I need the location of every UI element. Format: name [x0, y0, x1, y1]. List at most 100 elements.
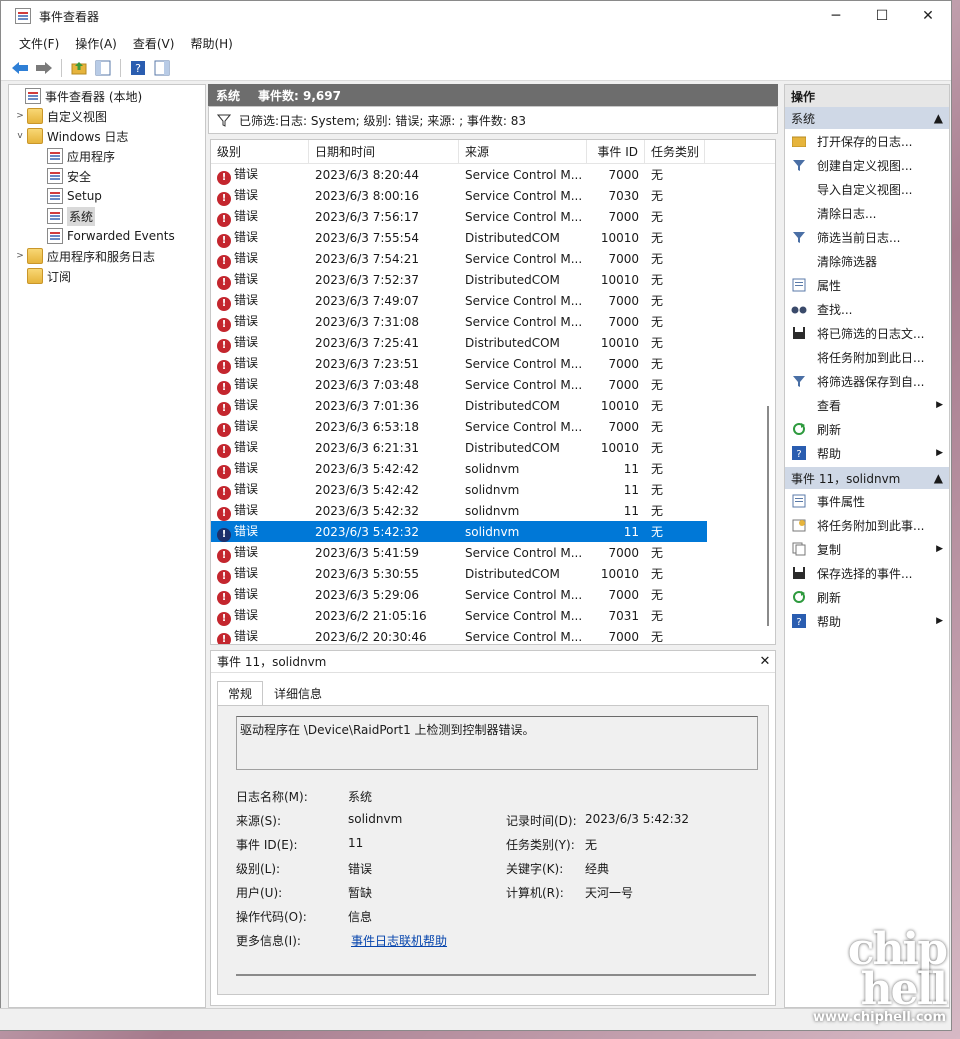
column-header-task-category[interactable]: 任务类别 — [645, 140, 705, 164]
table-row[interactable]: ! 错误 2023/6/3 5:42:32 solidnvm 11 无 — [211, 500, 707, 521]
action-item[interactable]: 复制 ▶ — [785, 537, 949, 561]
action-item[interactable]: 查找... — [785, 297, 949, 321]
action-item[interactable]: 创建自定义视图... — [785, 153, 949, 177]
cell-date: 2023/6/3 6:53:18 — [315, 419, 419, 434]
table-row[interactable]: ! 错误 2023/6/3 5:42:42 solidnvm 11 无 — [211, 458, 707, 479]
action-item[interactable]: 刷新 — [785, 417, 949, 441]
tree-item-setup[interactable]: Setup — [9, 186, 205, 206]
table-row[interactable]: ! 错误 2023/6/3 5:42:42 solidnvm 11 无 — [211, 479, 707, 500]
close-detail-icon[interactable]: ✕ — [755, 654, 775, 669]
show-hide-tree-button[interactable] — [92, 57, 114, 79]
action-item[interactable]: 将已筛选的日志文... — [785, 321, 949, 345]
menu-view[interactable]: 查看(V) — [125, 35, 183, 52]
up-folder-button[interactable] — [68, 57, 90, 79]
action-pane-button[interactable] — [151, 57, 173, 79]
table-row[interactable]: ! 错误 2023/6/3 5:41:59 Service Control M... 7… — [211, 542, 707, 563]
level-text: 错误 — [234, 418, 259, 433]
table-row[interactable]: ! 错误 2023/6/2 20:30:46 Service Control M...… — [211, 626, 707, 644]
action-item[interactable]: 筛选当前日志... — [785, 225, 949, 249]
action-item[interactable]: 打开保存的日志... — [785, 129, 949, 153]
action-item[interactable]: 将任务附加到此日... — [785, 345, 949, 369]
table-row[interactable]: ! 错误 2023/6/3 7:23:51 Service Control M... 7… — [211, 353, 707, 374]
action-item[interactable]: 刷新 — [785, 585, 949, 609]
event-list[interactable]: 级别 日期和时间 来源 事件 ID 任务类别 ! 错误 2023/6/3 8:20:… — [210, 139, 776, 645]
table-row[interactable]: ! 错误 2023/6/3 6:21:31 DistributedCOM 10010 无 — [211, 437, 707, 458]
tab-general[interactable]: 常规 — [217, 681, 264, 706]
table-row[interactable]: ! 错误 2023/6/3 8:00:16 Service Control M... 7… — [211, 185, 707, 206]
table-row[interactable]: ! 错误 2023/6/3 8:20:44 Service Control M... 7… — [211, 164, 707, 185]
cell-date: 2023/6/3 7:01:36 — [315, 398, 419, 413]
table-row[interactable]: ! 错误 2023/6/3 7:49:07 Service Control M... 7… — [211, 290, 707, 311]
column-header-level[interactable]: 级别 — [211, 140, 309, 164]
help-button[interactable]: ? — [127, 57, 149, 79]
action-item[interactable]: 事件属性 — [785, 489, 949, 513]
action-item[interactable]: 属性 — [785, 273, 949, 297]
actions-section-system[interactable]: 系统 ▲ — [785, 107, 949, 129]
vertical-scrollbar[interactable] — [763, 166, 773, 644]
column-header-date[interactable]: 日期和时间 — [309, 140, 459, 164]
tree-item-system[interactable]: 系统 — [9, 206, 205, 226]
tab-details[interactable]: 详细信息 — [263, 681, 333, 706]
chevron-down-icon[interactable]: v — [13, 131, 27, 141]
scrollbar-thumb[interactable] — [767, 406, 769, 626]
cell-source: Service Control M... — [465, 188, 583, 203]
minimize-button[interactable]: ─ — [813, 1, 859, 31]
online-help-link[interactable]: 事件日志联机帮助 — [351, 932, 447, 949]
tree-item-security[interactable]: 安全 — [9, 166, 205, 186]
detail-tabs: 常规 详细信息 — [217, 681, 333, 706]
menu-action[interactable]: 操作(A) — [67, 35, 125, 52]
cell-event-id: 11 — [623, 524, 639, 539]
tree-item-forwarded-events[interactable]: Forwarded Events — [9, 226, 205, 246]
collapse-up-icon[interactable]: ▲ — [934, 111, 943, 125]
table-row[interactable]: ! 错误 2023/6/3 7:55:54 DistributedCOM 10010 无 — [211, 227, 707, 248]
chevron-right-icon[interactable]: > — [13, 251, 27, 261]
table-row[interactable]: ! 错误 2023/6/3 5:42:32 solidnvm 11 无 — [211, 521, 707, 542]
actions-section-event[interactable]: 事件 11，solidnvm ▲ — [785, 467, 949, 489]
action-item[interactable]: 将筛选器保存到自... — [785, 369, 949, 393]
tree-item-application[interactable]: 应用程序 — [9, 146, 205, 166]
column-header-event-id[interactable]: 事件 ID — [587, 140, 645, 164]
action-item[interactable]: ? 帮助 ▶ — [785, 441, 949, 465]
label-level: 级别(L): — [236, 862, 281, 876]
submenu-arrow-icon: ▶ — [936, 448, 943, 458]
table-row[interactable]: ! 错误 2023/6/3 7:25:41 DistributedCOM 10010 无 — [211, 332, 707, 353]
action-item[interactable]: 将任务附加到此事... — [785, 513, 949, 537]
forward-button[interactable] — [33, 57, 55, 79]
tree-item-subscriptions[interactable]: 订阅 — [9, 266, 205, 286]
tree-item-windows-logs[interactable]: v Windows 日志 — [9, 126, 205, 146]
collapse-up-icon[interactable]: ▲ — [934, 471, 943, 485]
cell-event-id: 7000 — [608, 314, 639, 329]
create-view-icon — [791, 157, 807, 173]
action-item[interactable]: 清除日志... — [785, 201, 949, 225]
submenu-arrow-icon: ▶ — [936, 616, 943, 626]
table-row[interactable]: ! 错误 2023/6/3 5:29:06 Service Control M... 7… — [211, 584, 707, 605]
close-button[interactable]: ✕ — [905, 1, 951, 31]
maximize-button[interactable]: ☐ — [859, 1, 905, 31]
chevron-right-icon[interactable]: > — [13, 111, 27, 121]
tree-item-custom-views[interactable]: > 自定义视图 — [9, 106, 205, 126]
action-item[interactable]: ? 帮助 ▶ — [785, 609, 949, 633]
table-row[interactable]: ! 错误 2023/6/3 7:03:48 Service Control M... 7… — [211, 374, 707, 395]
error-icon: ! — [217, 611, 231, 626]
table-row[interactable]: ! 错误 2023/6/3 7:54:21 Service Control M... 7… — [211, 248, 707, 269]
table-row[interactable]: ! 错误 2023/6/3 7:56:17 Service Control M... 7… — [211, 206, 707, 227]
menu-help[interactable]: 帮助(H) — [182, 35, 240, 52]
back-button[interactable] — [9, 57, 31, 79]
table-row[interactable]: ! 错误 2023/6/3 7:31:08 Service Control M... 7… — [211, 311, 707, 332]
horizontal-scrollbar[interactable] — [236, 974, 756, 976]
menu-file[interactable]: 文件(F) — [11, 35, 67, 52]
column-header-source[interactable]: 来源 — [459, 140, 587, 164]
action-item[interactable]: 查看 ▶ — [785, 393, 949, 417]
table-row[interactable]: ! 错误 2023/6/3 7:01:36 DistributedCOM 10010 无 — [211, 395, 707, 416]
tree-item-app-service-logs[interactable]: > 应用程序和服务日志 — [9, 246, 205, 266]
action-item[interactable]: 保存选择的事件... — [785, 561, 949, 585]
cell-level: ! 错误 — [211, 228, 309, 248]
table-row[interactable]: ! 错误 2023/6/2 21:05:16 Service Control M...… — [211, 605, 707, 626]
table-row[interactable]: ! 错误 2023/6/3 5:30:55 DistributedCOM 10010 无 — [211, 563, 707, 584]
action-item[interactable]: 导入自定义视图... — [785, 177, 949, 201]
tree-item-root[interactable]: 事件查看器 (本地) — [9, 86, 205, 106]
table-row[interactable]: ! 错误 2023/6/3 7:52:37 DistributedCOM 10010 无 — [211, 269, 707, 290]
action-item[interactable]: 清除筛选器 — [785, 249, 949, 273]
cell-event-id: 7000 — [608, 251, 639, 266]
table-row[interactable]: ! 错误 2023/6/3 6:53:18 Service Control M... 7… — [211, 416, 707, 437]
